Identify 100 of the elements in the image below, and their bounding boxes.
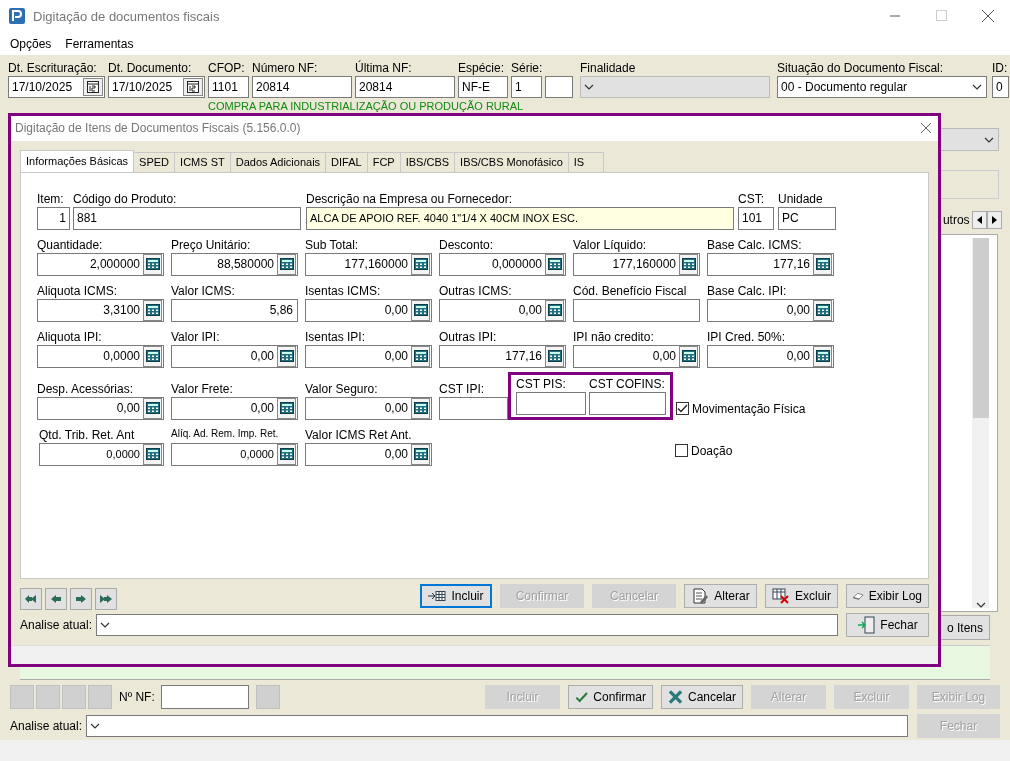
text-field[interactable]: PC [778,206,836,230]
text-field[interactable]: 5,86 [171,298,298,322]
action-button[interactable]: Fechar [846,613,929,638]
calendar-icon[interactable] [187,81,199,93]
menu-item[interactable]: Ferramentas [65,36,134,51]
calculator-icon[interactable] [681,258,696,271]
nav-button[interactable] [70,588,92,611]
nav-button[interactable] [45,588,67,611]
number-field[interactable]: 177,16 [439,344,566,368]
number-field[interactable]: 177,160000 [573,252,700,276]
dropdown[interactable]: 00 - Documento regular [777,76,987,98]
text-field[interactable] [160,685,249,709]
date-field[interactable]: 17/10/2025 [108,76,205,98]
number-field[interactable]: 0,00 [707,298,834,322]
calculator-icon[interactable] [279,258,294,271]
number-field[interactable]: 177,16 [707,252,834,276]
field-label: Outras ICMS: [439,283,513,298]
number-field[interactable]: 0,000000 [439,252,566,276]
number-field[interactable]: 0,00 [439,298,566,322]
number-field[interactable]: 0,00 [171,344,298,368]
dropdown[interactable] [940,128,999,151]
nav-button[interactable] [20,588,42,611]
close-icon[interactable] [920,122,932,135]
number-field[interactable]: 2,000000 [37,252,164,276]
text-field[interactable]: 0 [992,76,1009,98]
action-button[interactable]: Confirmar [568,685,653,709]
calculator-icon[interactable] [279,448,294,461]
calculator-icon[interactable] [279,402,294,415]
calculator-icon[interactable] [413,402,428,415]
calculator-icon[interactable] [145,258,160,271]
text-field[interactable]: 881 [73,206,301,230]
calculator-icon[interactable] [145,402,160,415]
calendar-icon[interactable] [87,81,99,93]
number-field[interactable]: 3,3100 [37,298,164,322]
text-field[interactable]: ALCA DE APOIO REF. 4040 1"1/4 X 40CM INOX ESC. [306,206,734,230]
text-field[interactable] [573,298,700,322]
action-button[interactable]: Incluir [420,584,492,609]
calculator-icon[interactable] [547,304,562,317]
calculator-icon[interactable] [279,350,294,363]
calculator-icon[interactable] [815,350,830,363]
text-field[interactable] [545,76,573,98]
scroll-left-button[interactable] [971,211,987,229]
chevron-down-icon [584,84,594,90]
action-button[interactable]: Alterar [684,584,757,609]
text-field[interactable]: NF-E [458,76,508,98]
calculator-icon[interactable] [145,304,160,317]
text-field[interactable]: 1 [511,76,542,98]
number-field[interactable]: 0,00 [573,344,700,368]
calculator-icon[interactable] [413,304,428,317]
text-field[interactable]: 1101 [208,76,249,98]
field-label: Dt. Documento: [108,61,193,75]
tab[interactable]: utros [940,213,972,227]
calculator-icon[interactable] [413,350,428,363]
calculator-icon[interactable] [547,258,562,271]
nav-button[interactable] [95,588,117,611]
text-field[interactable]: 20814 [252,76,352,98]
field-label: CST PIS: [516,376,567,391]
text-field[interactable] [516,391,586,415]
scrollbar[interactable] [972,238,989,608]
text-field[interactable]: 101 [738,206,774,230]
date-field[interactable]: 17/10/2025 [8,76,105,98]
field-label: CST COFINS: [589,376,666,391]
calculator-icon[interactable] [681,350,696,363]
checkbox[interactable] [676,402,689,416]
number-field[interactable]: 0,0000 [37,344,164,368]
checkbox[interactable] [675,444,688,458]
dropdown[interactable] [86,715,908,737]
calculator-icon[interactable] [413,448,428,461]
number-field[interactable]: 0,00 [305,344,432,368]
tab[interactable]: IS [567,151,604,172]
text-field[interactable]: 20814 [355,76,455,98]
text-field[interactable] [589,391,666,415]
number-field[interactable]: 0,00 [37,396,164,420]
field-label: Cód. Benefício Fiscal [573,283,688,298]
field-label: IPI Cred. 50%: [707,329,787,344]
menu-item[interactable]: Opções [10,36,52,51]
number-field[interactable]: 0,00 [305,396,432,420]
number-field[interactable]: 88,580000 [171,252,298,276]
text-field[interactable] [439,396,508,420]
number-field[interactable]: 0,00 [305,298,432,322]
number-field[interactable]: 0,0000 [171,442,298,466]
number-field[interactable]: 0,00 [305,442,432,466]
calculator-icon[interactable] [815,304,830,317]
number-field[interactable]: 0,0000 [39,442,164,466]
number-field[interactable]: 0,00 [171,396,298,420]
number-field[interactable]: 177,160000 [305,252,432,276]
action-button[interactable]: Excluir [765,584,838,609]
number-field[interactable]: 0,00 [707,344,834,368]
dropdown[interactable] [96,614,838,637]
text-field[interactable]: 1 [37,206,70,230]
calculator-icon[interactable] [413,258,428,271]
action-button[interactable]: o Itens [940,615,990,640]
action-button[interactable]: Exibir Log [846,584,929,609]
double-arrow-left-icon [24,594,38,605]
calculator-icon[interactable] [145,448,160,461]
calculator-icon[interactable] [547,350,562,363]
action-button[interactable]: Cancelar [661,685,743,709]
tab[interactable]: Informações Básicas [20,149,135,172]
calculator-icon[interactable] [145,350,160,363]
calculator-icon[interactable] [815,258,830,271]
